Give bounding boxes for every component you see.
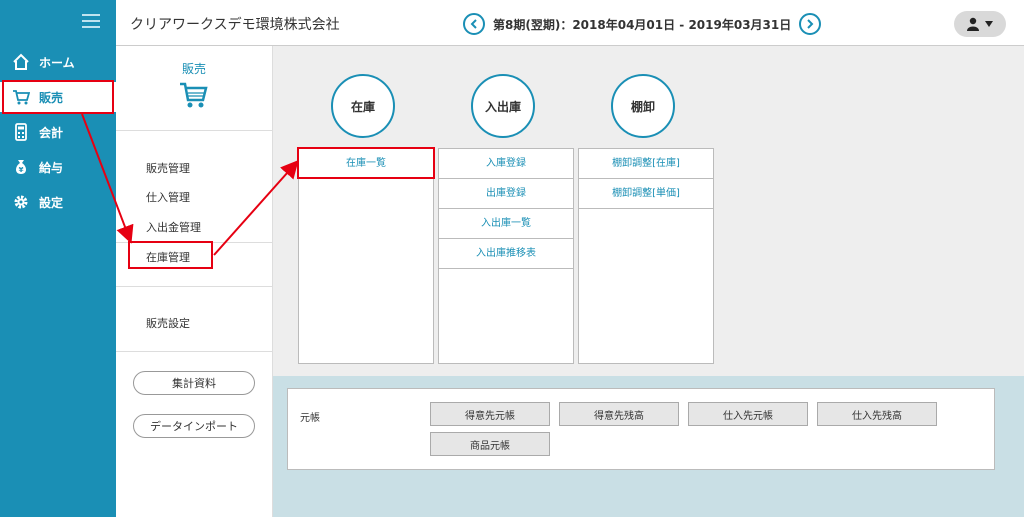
nav-item-label: 給与 [39,160,64,175]
previous-period-button[interactable] [463,13,485,35]
nav-item-settings[interactable]: 設定 [0,187,116,217]
ledger-section: 元帳 得意先元帳 得意先残高 仕入先元帳 仕入先残高 商品元帳 [273,376,1024,517]
nav-item-home[interactable]: ホーム [0,47,116,77]
sidebar: ホーム 販売 会計 ¥ 給与 設定 [0,0,116,517]
nav-item-accounting[interactable]: 会計 [0,117,116,147]
main-content: 在庫 入出庫 棚卸 在庫一覧 入庫登録 出庫登録 入出庫一覧 入出庫推移表 棚卸… [273,46,1024,517]
customer-ledger-button[interactable]: 得意先元帳 [430,402,550,426]
top-header: クリアワークスデモ環境株式会社 第8期(翌期)：2018年04月01日 - 20… [116,0,1024,46]
svg-text:¥: ¥ [19,166,24,174]
product-ledger-button[interactable]: 商品元帳 [430,432,550,456]
submenu-item-sales-settings[interactable]: 販売設定 [146,315,190,331]
supplier-ledger-button[interactable]: 仕入先元帳 [688,402,808,426]
ledger-label: 元帳 [300,413,320,424]
submenu-title: 販売 [181,62,206,76]
link-stocktaking-adjust-price[interactable]: 棚卸調整[単価] [579,179,713,209]
customer-balance-button[interactable]: 得意先残高 [559,402,679,426]
home-icon [13,53,29,70]
submenu-item-purchase-management[interactable]: 仕入管理 [146,189,190,205]
next-period-button[interactable] [799,13,822,35]
category-stock-in-out: 入出庫 [471,74,535,138]
nav-item-label: 会計 [39,125,64,140]
nav-item-payroll[interactable]: ¥ 給与 [0,152,116,182]
chevron-right-icon [807,19,814,29]
submenu-item-sales-management[interactable]: 販売管理 [146,160,190,176]
divider [116,351,272,352]
category-inventory: 在庫 [331,74,395,138]
calculator-icon [15,123,27,141]
divider [116,242,272,243]
panel-stocktaking: 棚卸調整[在庫] 棚卸調整[単価] [578,148,714,364]
link-stock-transition-table[interactable]: 入出庫推移表 [439,239,573,269]
link-stock-in-register[interactable]: 入庫登録 [439,149,573,179]
summary-reports-button[interactable]: 集計資料 [133,371,255,395]
money-bag-icon: ¥ [16,160,26,174]
submenu-item-payment-management[interactable]: 入出金管理 [146,219,201,235]
divider [116,286,272,287]
ledger-box: 元帳 得意先元帳 得意先残高 仕入先元帳 仕入先残高 商品元帳 [287,388,995,470]
category-stocktaking: 棚卸 [611,74,675,138]
user-menu-button[interactable] [954,11,1006,37]
caret-down-icon [985,21,993,27]
company-name: クリアワークスデモ環境株式会社 [130,17,340,33]
menu-icon[interactable] [82,14,100,28]
supplier-balance-button[interactable]: 仕入先残高 [817,402,937,426]
submenu-item-inventory-management[interactable]: 在庫管理 [146,249,190,265]
link-stock-out-register[interactable]: 出庫登録 [439,179,573,209]
submenu-panel: 販売 販売管理 仕入管理 入出金管理 在庫管理 販売設定 集計資料 データインポ… [116,46,273,517]
link-inventory-list[interactable]: 在庫一覧 [299,149,433,179]
nav-item-label: 販売 [39,90,64,105]
user-icon [967,17,979,31]
cart-icon [13,90,30,105]
period-label: 第8期(翌期)：2018年04月01日 - 2019年03月31日 [493,17,792,32]
nav-item-sales[interactable]: 販売 [0,82,116,112]
gear-icon [14,195,28,209]
link-stocktaking-adjust-stock[interactable]: 棚卸調整[在庫] [579,149,713,179]
panel-inventory: 在庫一覧 [298,148,434,364]
link-stock-in-out-list[interactable]: 入出庫一覧 [439,209,573,239]
submenu-header: 販売 [116,46,272,131]
nav-item-label: ホーム [39,55,75,70]
period-selector: 第8期(翌期)：2018年04月01日 - 2019年03月31日 [463,12,822,36]
panel-stock-in-out: 入庫登録 出庫登録 入出庫一覧 入出庫推移表 [438,148,574,364]
chevron-left-icon [470,19,477,29]
data-import-button[interactable]: データインポート [133,414,255,438]
nav-item-label: 設定 [39,195,64,210]
cart-icon [180,82,208,108]
